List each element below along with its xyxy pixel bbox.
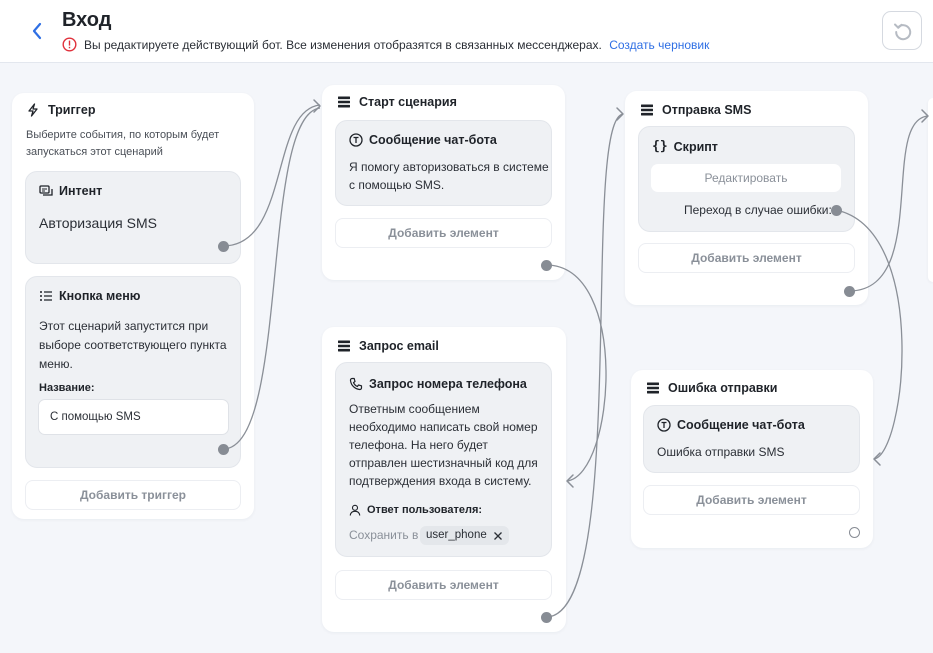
trigger-block: Триггер Выберите события, по которым буд… <box>12 93 254 519</box>
edit-script-button[interactable]: Редактировать <box>651 164 841 192</box>
start-message-text: Я помогу авторизоваться в системе с помо… <box>349 160 549 192</box>
intent-card[interactable]: Интент Авторизация SMS <box>25 171 241 264</box>
menu-button-title: Кнопка меню <box>39 289 140 303</box>
user-answer-label: Ответ пользователя: <box>349 504 482 516</box>
sms-output-port[interactable] <box>844 286 855 297</box>
sms-block: Отправка SMS {} Скрипт Редактировать Пер… <box>625 91 868 305</box>
variable-chip[interactable]: user_phone <box>420 526 509 545</box>
menu-button-text: Этот сценарий запустится при выборе соот… <box>39 319 227 371</box>
warning-message: Вы редактируете действующий бот. Все изм… <box>84 38 709 52</box>
page-title: Вход <box>62 9 112 31</box>
start-title: Старт сценария <box>337 95 457 109</box>
sms-title: Отправка SMS <box>640 103 751 117</box>
menu-button-card[interactable]: Кнопка меню Этот сценарий запустится при… <box>25 276 241 468</box>
phone-request-card[interactable]: Запрос номера телефона Ответным сообщени… <box>335 362 552 557</box>
lightning-icon <box>28 103 38 117</box>
error-block: Ошибка отправки Сообщение чат-бота Ошибк… <box>631 370 873 548</box>
stack-icon <box>338 340 350 352</box>
phone-icon <box>349 377 363 391</box>
save-to-label: Сохранить в <box>349 528 419 542</box>
start-output-port[interactable] <box>541 260 552 271</box>
text-t-icon <box>349 133 363 147</box>
intent-title: Интент <box>39 184 102 198</box>
undo-button[interactable] <box>882 11 922 50</box>
add-trigger-button[interactable]: Добавить триггер <box>25 480 241 510</box>
script-card[interactable]: {} Скрипт Редактировать Переход в случае… <box>638 126 855 232</box>
start-message-title: Сообщение чат-бота <box>349 133 497 147</box>
script-title: {} Скрипт <box>652 139 718 154</box>
sms-error-port[interactable] <box>831 205 842 216</box>
sms-add-element-button[interactable]: Добавить элемент <box>638 243 855 273</box>
email-output-port[interactable] <box>541 612 552 623</box>
error-message-title: Сообщение чат-бота <box>657 418 805 432</box>
menu-output-port[interactable] <box>218 444 229 455</box>
email-title: Запрос email <box>337 339 439 353</box>
braces-icon: {} <box>652 139 668 154</box>
phone-request-title: Запрос номера телефона <box>349 377 527 391</box>
warning-icon <box>62 37 77 52</box>
menu-name-input[interactable]: С помощью SMS <box>38 399 229 435</box>
start-add-element-button[interactable]: Добавить элемент <box>335 218 552 248</box>
error-add-element-button[interactable]: Добавить элемент <box>643 485 860 515</box>
undo-icon <box>894 23 912 41</box>
warning-text: Вы редактируете действующий бот. Все изм… <box>84 38 602 52</box>
error-transition-label: Переход в случае ошибки: <box>684 203 832 217</box>
chat-icon <box>39 185 53 196</box>
start-message-card[interactable]: Сообщение чат-бота Я помогу авторизовать… <box>335 120 552 206</box>
intent-value: Авторизация SMS <box>39 215 157 231</box>
trigger-title: Триггер <box>26 103 95 117</box>
trigger-description: Выберите события, по которым будет запус… <box>26 129 220 158</box>
phone-request-text: Ответным сообщением необходимо написать … <box>349 402 538 488</box>
email-block: Запрос email Запрос номера телефона Отве… <box>322 327 566 632</box>
create-draft-link[interactable]: Создать черновик <box>609 38 709 52</box>
list-icon <box>40 291 52 301</box>
error-title: Ошибка отправки <box>646 381 777 395</box>
back-button[interactable] <box>28 18 48 44</box>
stack-icon <box>647 382 659 394</box>
stack-icon <box>641 104 653 116</box>
next-block-partial <box>928 98 933 282</box>
stack-icon <box>338 96 350 108</box>
error-message-card[interactable]: Сообщение чат-бота Ошибка отправки SMS <box>643 405 860 473</box>
user-icon <box>349 504 361 516</box>
editor-header: Вход Вы редактируете действующий бот. Вс… <box>0 0 933 63</box>
start-block: Старт сценария Сообщение чат-бота Я помо… <box>322 85 565 280</box>
error-output-port[interactable] <box>849 527 860 538</box>
close-icon[interactable] <box>493 531 503 541</box>
text-t-icon <box>657 418 671 432</box>
email-add-element-button[interactable]: Добавить элемент <box>335 570 552 600</box>
intent-output-port[interactable] <box>218 241 229 252</box>
chevron-left-icon <box>32 22 42 40</box>
name-label: Название: <box>39 382 95 394</box>
variable-name: user_phone <box>426 529 487 541</box>
error-message-text: Ошибка отправки SMS <box>657 445 785 459</box>
